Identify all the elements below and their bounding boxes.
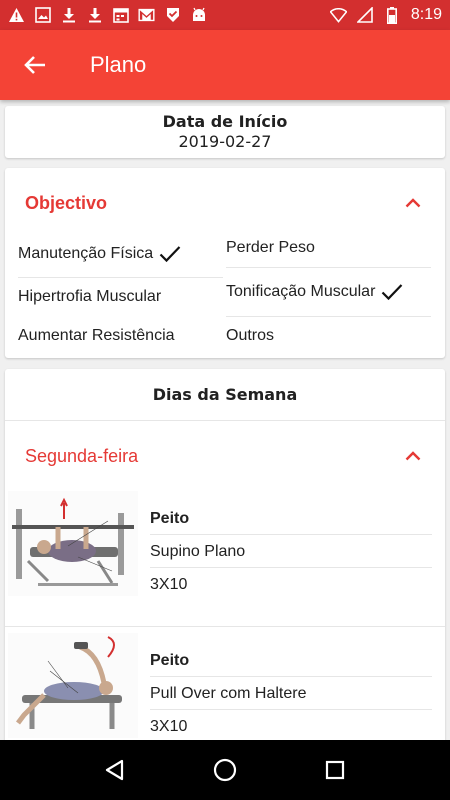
objective-option-label: Manutenção Física bbox=[18, 245, 154, 262]
image-icon bbox=[34, 7, 51, 24]
nav-recents-button[interactable] bbox=[315, 750, 355, 790]
exercise-name: Supino Plano bbox=[150, 536, 432, 568]
objective-option-label: Aumentar Resistência bbox=[18, 327, 175, 344]
exercise-item[interactable]: Peito Supino Plano 3X10 bbox=[5, 489, 445, 627]
exercise-image bbox=[8, 633, 138, 738]
app-bar: Plano bbox=[0, 30, 450, 100]
status-bar: 8:19 bbox=[0, 0, 450, 30]
android-icon bbox=[190, 7, 207, 24]
week-days-title: Dias da Semana bbox=[5, 369, 445, 421]
exercise-sets: 3X10 bbox=[150, 718, 188, 735]
objective-option-outros[interactable]: Outros bbox=[226, 316, 431, 356]
chevron-up-icon[interactable] bbox=[401, 191, 425, 215]
start-date-value: 2019-02-27 bbox=[178, 132, 272, 151]
objective-option-label: Hipertrofia Muscular bbox=[18, 288, 162, 305]
start-date-label: Data de Início bbox=[162, 112, 288, 131]
calendar-icon bbox=[112, 7, 129, 24]
objective-option-label: Tonificação Muscular bbox=[226, 283, 376, 300]
objective-title: Objectivo bbox=[25, 192, 108, 213]
objective-option-manutencao[interactable]: Manutenção Física bbox=[18, 234, 223, 274]
exercise-sets: 3X10 bbox=[150, 576, 188, 593]
chevron-up-icon[interactable] bbox=[401, 444, 425, 468]
download-icon bbox=[86, 7, 103, 24]
back-button[interactable] bbox=[0, 30, 70, 100]
square-recents-icon bbox=[325, 760, 345, 780]
nav-back-button[interactable] bbox=[95, 750, 135, 790]
exercise-item[interactable]: Peito Pull Over com Haltere 3X10 bbox=[5, 631, 445, 740]
triangle-back-icon bbox=[105, 759, 124, 781]
objective-card: Objectivo Manutenção Física Perder Peso … bbox=[5, 168, 445, 358]
start-date-card: Data de Início 2019-02-27 bbox=[5, 106, 445, 158]
day-header[interactable]: Segunda-feira bbox=[5, 431, 445, 481]
page-title: Plano bbox=[90, 52, 147, 77]
wifi-icon bbox=[329, 7, 347, 24]
check-icon bbox=[159, 245, 181, 263]
exercise-image bbox=[8, 491, 138, 596]
plan-content[interactable]: Data de Início 2019-02-27 Objectivo Manu… bbox=[0, 100, 450, 740]
day-title: Segunda-feira bbox=[25, 445, 139, 466]
objective-header[interactable]: Objectivo bbox=[5, 178, 445, 228]
objective-option-perder-peso[interactable]: Perder Peso bbox=[226, 228, 431, 268]
week-days-card: Dias da Semana Segunda-feira Peito Supin… bbox=[5, 369, 445, 740]
objective-option-tonificacao[interactable]: Tonificação Muscular bbox=[226, 272, 431, 312]
download-icon bbox=[60, 7, 77, 24]
exercise-group: Peito bbox=[150, 503, 432, 535]
circle-home-icon bbox=[213, 758, 237, 782]
objective-option-resistencia[interactable]: Aumentar Resistência bbox=[18, 316, 223, 356]
nav-home-button[interactable] bbox=[205, 750, 245, 790]
system-nav-bar bbox=[0, 740, 450, 800]
divider bbox=[226, 267, 431, 268]
objective-option-label: Outros bbox=[226, 327, 275, 344]
exercise-group: Peito bbox=[150, 645, 432, 677]
check-icon bbox=[381, 283, 403, 301]
objective-option-label: Perder Peso bbox=[226, 239, 315, 256]
warning-icon bbox=[8, 7, 25, 24]
gmail-icon bbox=[138, 7, 155, 24]
exercise-name: Pull Over com Haltere bbox=[150, 678, 432, 710]
signal-icon bbox=[357, 7, 374, 24]
objective-option-hipertrofia[interactable]: Hipertrofia Muscular bbox=[18, 277, 223, 317]
status-time: 8:19 bbox=[410, 6, 442, 23]
divider bbox=[5, 626, 445, 627]
check-flag-icon bbox=[164, 7, 181, 24]
battery-icon bbox=[384, 6, 401, 24]
arrow-back-icon bbox=[24, 56, 45, 74]
